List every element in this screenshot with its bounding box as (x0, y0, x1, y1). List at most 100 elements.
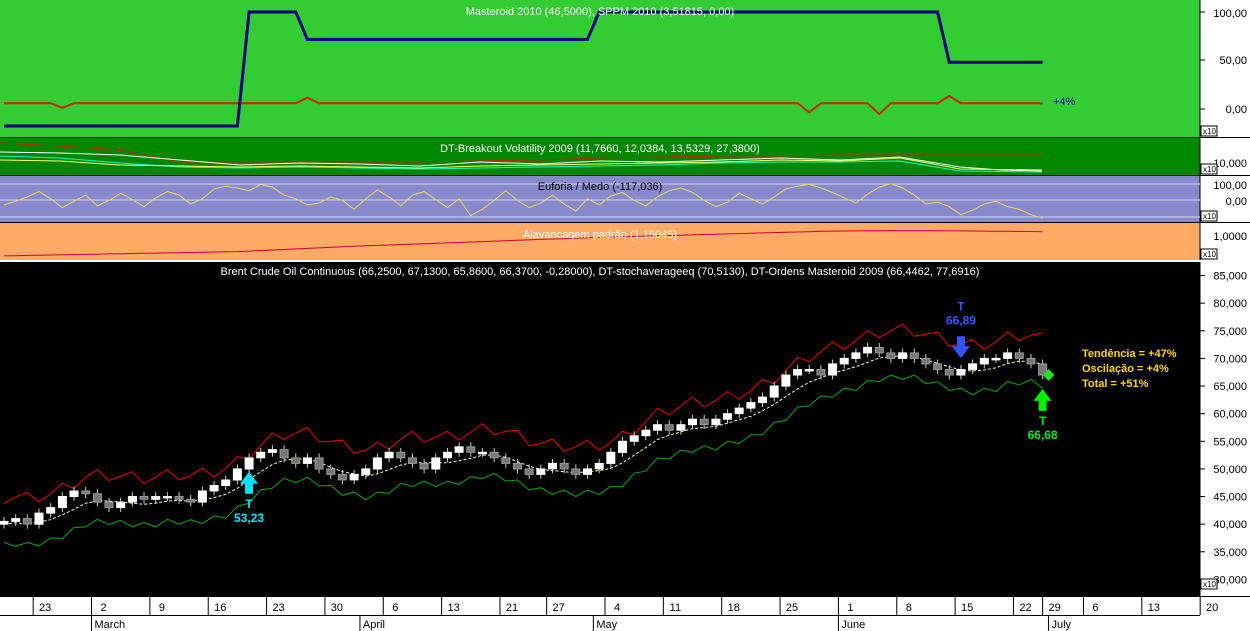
candle (22, 518, 32, 525)
x-day-label: 9 (159, 602, 165, 614)
x-day-label: 6 (392, 602, 398, 614)
candle (1014, 352, 1024, 359)
x-day-label: 13 (448, 602, 460, 614)
candle (746, 402, 756, 409)
candle (839, 357, 849, 365)
candle (232, 468, 242, 481)
svg-text:x10: x10 (1203, 580, 1216, 589)
candle (314, 457, 324, 470)
breakout-title: DT-Breakout Volatility 2009 (11,7660, 12… (440, 143, 760, 155)
candle (11, 518, 21, 522)
price-y-tick-label: 50,000 (1213, 464, 1247, 476)
signal-value: 66,68 (1028, 428, 1058, 442)
x-day-label: 30 (331, 602, 343, 614)
candle (909, 352, 919, 359)
candle (431, 457, 441, 470)
candle (723, 413, 732, 420)
candle (46, 507, 56, 514)
candle (618, 440, 627, 453)
candle (758, 396, 767, 404)
stat-oscilacao: Oscilação = +4% (1082, 363, 1169, 375)
euforia-title: Euforia / Medo (-117,036) (538, 181, 663, 193)
x-month-label: June (841, 619, 865, 631)
candle (606, 451, 616, 464)
masteroid-annotation: +4% (1053, 96, 1076, 108)
candle (197, 490, 207, 503)
candle (139, 496, 149, 500)
candle (92, 493, 102, 503)
price-title: Brent Crude Oil Continuous (66,2500, 67,… (221, 266, 980, 278)
signal-label: T (245, 497, 253, 511)
candle (291, 457, 301, 464)
price-y-tick-label: 45,000 (1213, 492, 1247, 504)
breakout-tick: 10,000 (1213, 158, 1247, 170)
alavancagem-x10-badge: x10 (1200, 248, 1218, 260)
candle (559, 462, 569, 470)
x-day-label: 1 (847, 602, 853, 614)
signal-label: T (957, 299, 965, 313)
candle (384, 451, 394, 459)
candle (956, 369, 966, 376)
candle (337, 473, 347, 481)
candle (466, 446, 476, 453)
chart-workspace: T53,23T66,89T66,68 30,00035,00040,00045,… (0, 0, 1250, 631)
candle (933, 363, 943, 370)
candle (478, 451, 487, 455)
candle (863, 346, 873, 354)
candle (326, 468, 336, 475)
candle (501, 457, 511, 464)
price-y-tick-label: 30,000 (1213, 574, 1247, 586)
candle (57, 496, 67, 509)
masteroid-x10-badge: x10 (1200, 125, 1218, 137)
x-day-label: 25 (786, 602, 798, 614)
candle (279, 449, 289, 459)
candle (244, 457, 254, 470)
candle (781, 374, 791, 387)
candle (116, 501, 126, 509)
candle (583, 468, 592, 475)
candle (944, 369, 954, 376)
x-month-label: July (1051, 619, 1071, 631)
candle (256, 451, 266, 459)
candle (1026, 357, 1036, 365)
x-day-label: 11 (670, 602, 681, 614)
x-day-label: 21 (506, 602, 518, 614)
masteroid-panel (0, 0, 1200, 137)
candle (302, 457, 312, 464)
candle (979, 357, 989, 365)
candle (816, 369, 826, 376)
candle (571, 468, 581, 475)
candle (898, 352, 908, 359)
candle (407, 457, 417, 464)
candle (489, 451, 499, 459)
euforia-x10-badge: x10 (1200, 210, 1218, 222)
breakout-x10-badge: x10 (1200, 163, 1218, 175)
candle (653, 424, 662, 431)
candle (151, 496, 161, 500)
price-panel (0, 262, 1200, 596)
masteroid-title: Masteroid 2010 (46,5000), SPPM 2010 (3,5… (466, 6, 734, 18)
candle (769, 385, 779, 398)
candle (594, 462, 604, 470)
candle (734, 407, 744, 415)
candle (162, 496, 172, 499)
masteroid-tick-50: 50,00 (1219, 55, 1247, 67)
candle (629, 435, 639, 442)
x-day-label: 8 (906, 602, 912, 614)
svg-text:x10: x10 (1203, 250, 1216, 259)
signal-value: 53,23 (234, 511, 264, 525)
candle (664, 424, 674, 431)
x-month-label: March (95, 619, 126, 631)
svg-text:x10: x10 (1203, 165, 1216, 174)
svg-text:x10: x10 (1203, 127, 1216, 136)
price-y-tick-label: 70,000 (1213, 353, 1247, 365)
x-day-label: 18 (728, 602, 740, 614)
price-y-tick-label: 85,000 (1213, 271, 1247, 283)
masteroid-tick-0: 0,00 (1226, 104, 1247, 116)
candle (536, 468, 546, 475)
candle (443, 451, 452, 459)
candle (513, 462, 522, 470)
x-day-label: 13 (1148, 602, 1160, 614)
x-day-label: 27 (553, 602, 565, 614)
candle (81, 490, 91, 495)
